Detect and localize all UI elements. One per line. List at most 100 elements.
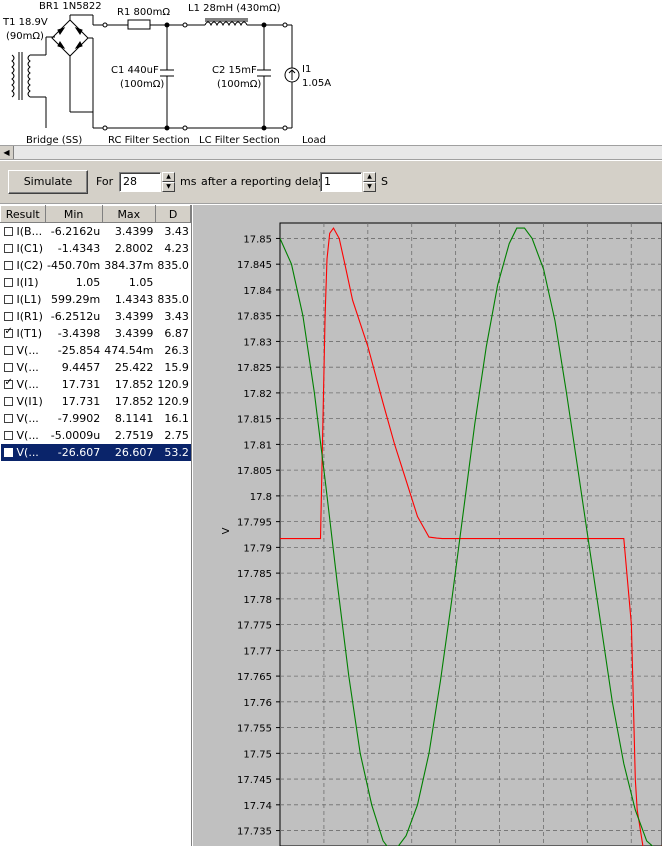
result-name-cell[interactable]: I(C1): [1, 240, 46, 257]
result-d-cell: 120.9: [157, 394, 189, 408]
table-row[interactable]: I(C2) -450.70m 384.37m 835.0: [1, 257, 191, 274]
table-row[interactable]: ✓ I(T1) -3.4398 3.4399 6.87: [1, 325, 191, 342]
result-checkbox[interactable]: [3, 277, 13, 287]
y-tick-label: 17.785: [237, 569, 272, 580]
result-name-cell[interactable]: V(...: [1, 410, 46, 427]
result-checkbox[interactable]: [3, 243, 13, 253]
delay-stepper[interactable]: ▲ ▼: [363, 172, 376, 192]
result-max-cell: 26.607: [102, 443, 156, 461]
result-d-cell: 3.43: [164, 224, 189, 238]
result-d-cell: 2.75: [164, 428, 189, 442]
waveform-plot[interactable]: 17.85 17.845 17.84 17.835 17.83 17.825 17.82 17…: [193, 205, 662, 846]
spin-up-icon[interactable]: ▲: [363, 172, 376, 182]
result-checkbox[interactable]: [3, 226, 13, 236]
result-name-cell[interactable]: V(...: [1, 359, 46, 376]
result-name: I(T1): [16, 326, 43, 340]
result-name-cell[interactable]: V(...: [1, 427, 46, 444]
result-d-cell: 835.0: [157, 258, 189, 272]
column-header-max[interactable]: Max: [101, 205, 156, 223]
results-header-row: Result Min Max D: [0, 205, 191, 223]
table-row[interactable]: V(... -5.0009u 2.7519 2.75: [1, 427, 191, 444]
result-checkbox[interactable]: ✓: [3, 326, 13, 338]
result-checkbox[interactable]: [3, 362, 13, 372]
inductor-l1-symbol: [204, 18, 292, 27]
result-checkbox[interactable]: [3, 260, 13, 270]
simulate-button[interactable]: Simulate: [8, 170, 88, 194]
table-row[interactable]: V(... -7.9902 8.1141 16.1: [1, 410, 191, 427]
result-name: V(...: [16, 377, 39, 391]
result-name-cell[interactable]: I(I1): [1, 274, 46, 291]
result-name-cell[interactable]: I(B...: [1, 223, 46, 240]
result-name-cell[interactable]: ✓ V(...: [1, 376, 46, 393]
result-checkbox[interactable]: [3, 430, 13, 440]
result-d-cell: 26.3: [164, 343, 189, 357]
result-max-cell: 1.05: [128, 275, 154, 289]
simulation-toolbar: Simulate For 28 ▲ ▼ ms after a reporting…: [0, 161, 662, 204]
result-name-cell[interactable]: V(I1): [1, 393, 46, 410]
result-min-cell: -1.4343: [57, 241, 101, 255]
table-row[interactable]: I(L1) 599.29m 1.4343 835.0: [1, 291, 191, 308]
result-checkbox[interactable]: [3, 396, 13, 406]
table-row[interactable]: V(... -26.607 26.607 53.2: [0, 443, 191, 461]
table-row[interactable]: I(B... -6.2162u 3.4399 3.43: [1, 223, 191, 240]
result-name: V(...: [16, 411, 39, 425]
plot-frame: [279, 222, 662, 846]
y-tick-label: 17.77: [243, 646, 272, 657]
result-name-cell[interactable]: V(...: [0, 443, 46, 461]
table-row[interactable]: V(... 9.4457 25.422 15.9: [1, 359, 191, 376]
column-header-d[interactable]: D: [154, 205, 191, 223]
result-checkbox[interactable]: ✓: [3, 377, 13, 389]
y-tick-label: 17.74: [243, 801, 272, 812]
section-bridge-label: Bridge (SS): [26, 135, 82, 145]
table-row[interactable]: I(R1) -6.2512u 3.4399 3.43: [1, 308, 191, 325]
result-name: I(I1): [16, 275, 39, 289]
result-name: V(...: [16, 360, 39, 374]
result-min-cell: -3.4398: [57, 326, 101, 340]
table-row[interactable]: I(C1) -1.4343 2.8002 4.23: [1, 240, 191, 257]
result-min-cell: -450.70m: [47, 258, 101, 272]
result-min-cell: -5.0009u: [50, 428, 101, 442]
i1-label: I1: [302, 64, 311, 75]
spin-down-icon[interactable]: ▼: [162, 182, 175, 192]
duration-stepper[interactable]: ▲ ▼: [162, 172, 175, 192]
result-name: I(L1): [16, 292, 42, 306]
schematic-horizontal-scrollbar[interactable]: ◀: [0, 145, 662, 160]
result-name-cell[interactable]: ✓ I(T1): [1, 325, 46, 342]
spin-down-icon[interactable]: ▼: [363, 182, 376, 192]
result-name: V(...: [16, 445, 39, 459]
result-checkbox[interactable]: [3, 294, 13, 304]
spin-up-icon[interactable]: ▲: [162, 172, 175, 182]
table-row[interactable]: ✓ V(... 17.731 17.852 120.9: [1, 376, 191, 393]
table-row[interactable]: V(... -25.854 474.54m 26.3: [1, 342, 191, 359]
c2-label: C2 15mF: [212, 65, 257, 76]
result-name: V(...: [16, 343, 39, 357]
section-load-label: Load: [302, 135, 326, 145]
result-name-cell[interactable]: I(R1): [1, 308, 46, 325]
i1-value: 1.05A: [302, 78, 331, 89]
result-checkbox[interactable]: [3, 413, 13, 423]
result-name-cell[interactable]: I(C2): [1, 257, 46, 274]
r1-label: R1 800mΩ: [117, 7, 170, 18]
result-name-cell[interactable]: V(...: [1, 342, 46, 359]
table-row[interactable]: V(I1) 17.731 17.852 120.9: [1, 393, 191, 410]
table-row[interactable]: I(I1) 1.05 1.05: [1, 274, 191, 291]
y-tick-label: 17.775: [237, 621, 272, 632]
result-checkbox[interactable]: [3, 311, 13, 321]
y-tick-label: 17.735: [237, 827, 272, 838]
y-tick-label: 17.835: [237, 312, 272, 323]
result-name-cell[interactable]: I(L1): [1, 291, 46, 308]
result-name: I(R1): [16, 309, 43, 323]
delay-input[interactable]: 1: [320, 172, 362, 192]
column-header-min[interactable]: Min: [44, 205, 103, 223]
duration-input[interactable]: 28: [119, 172, 161, 192]
result-min-cell: 17.731: [61, 377, 101, 391]
scroll-left-icon[interactable]: ◀: [0, 146, 14, 159]
result-name: V(I1): [16, 394, 43, 408]
column-header-result[interactable]: Result: [0, 205, 46, 223]
result-max-cell: 3.4399: [114, 309, 154, 323]
result-d-cell: 120.9: [157, 377, 189, 391]
for-label: For: [96, 175, 114, 188]
y-tick-label: 17.76: [243, 698, 272, 709]
result-checkbox[interactable]: [3, 345, 13, 355]
result-checkbox[interactable]: [3, 447, 13, 457]
